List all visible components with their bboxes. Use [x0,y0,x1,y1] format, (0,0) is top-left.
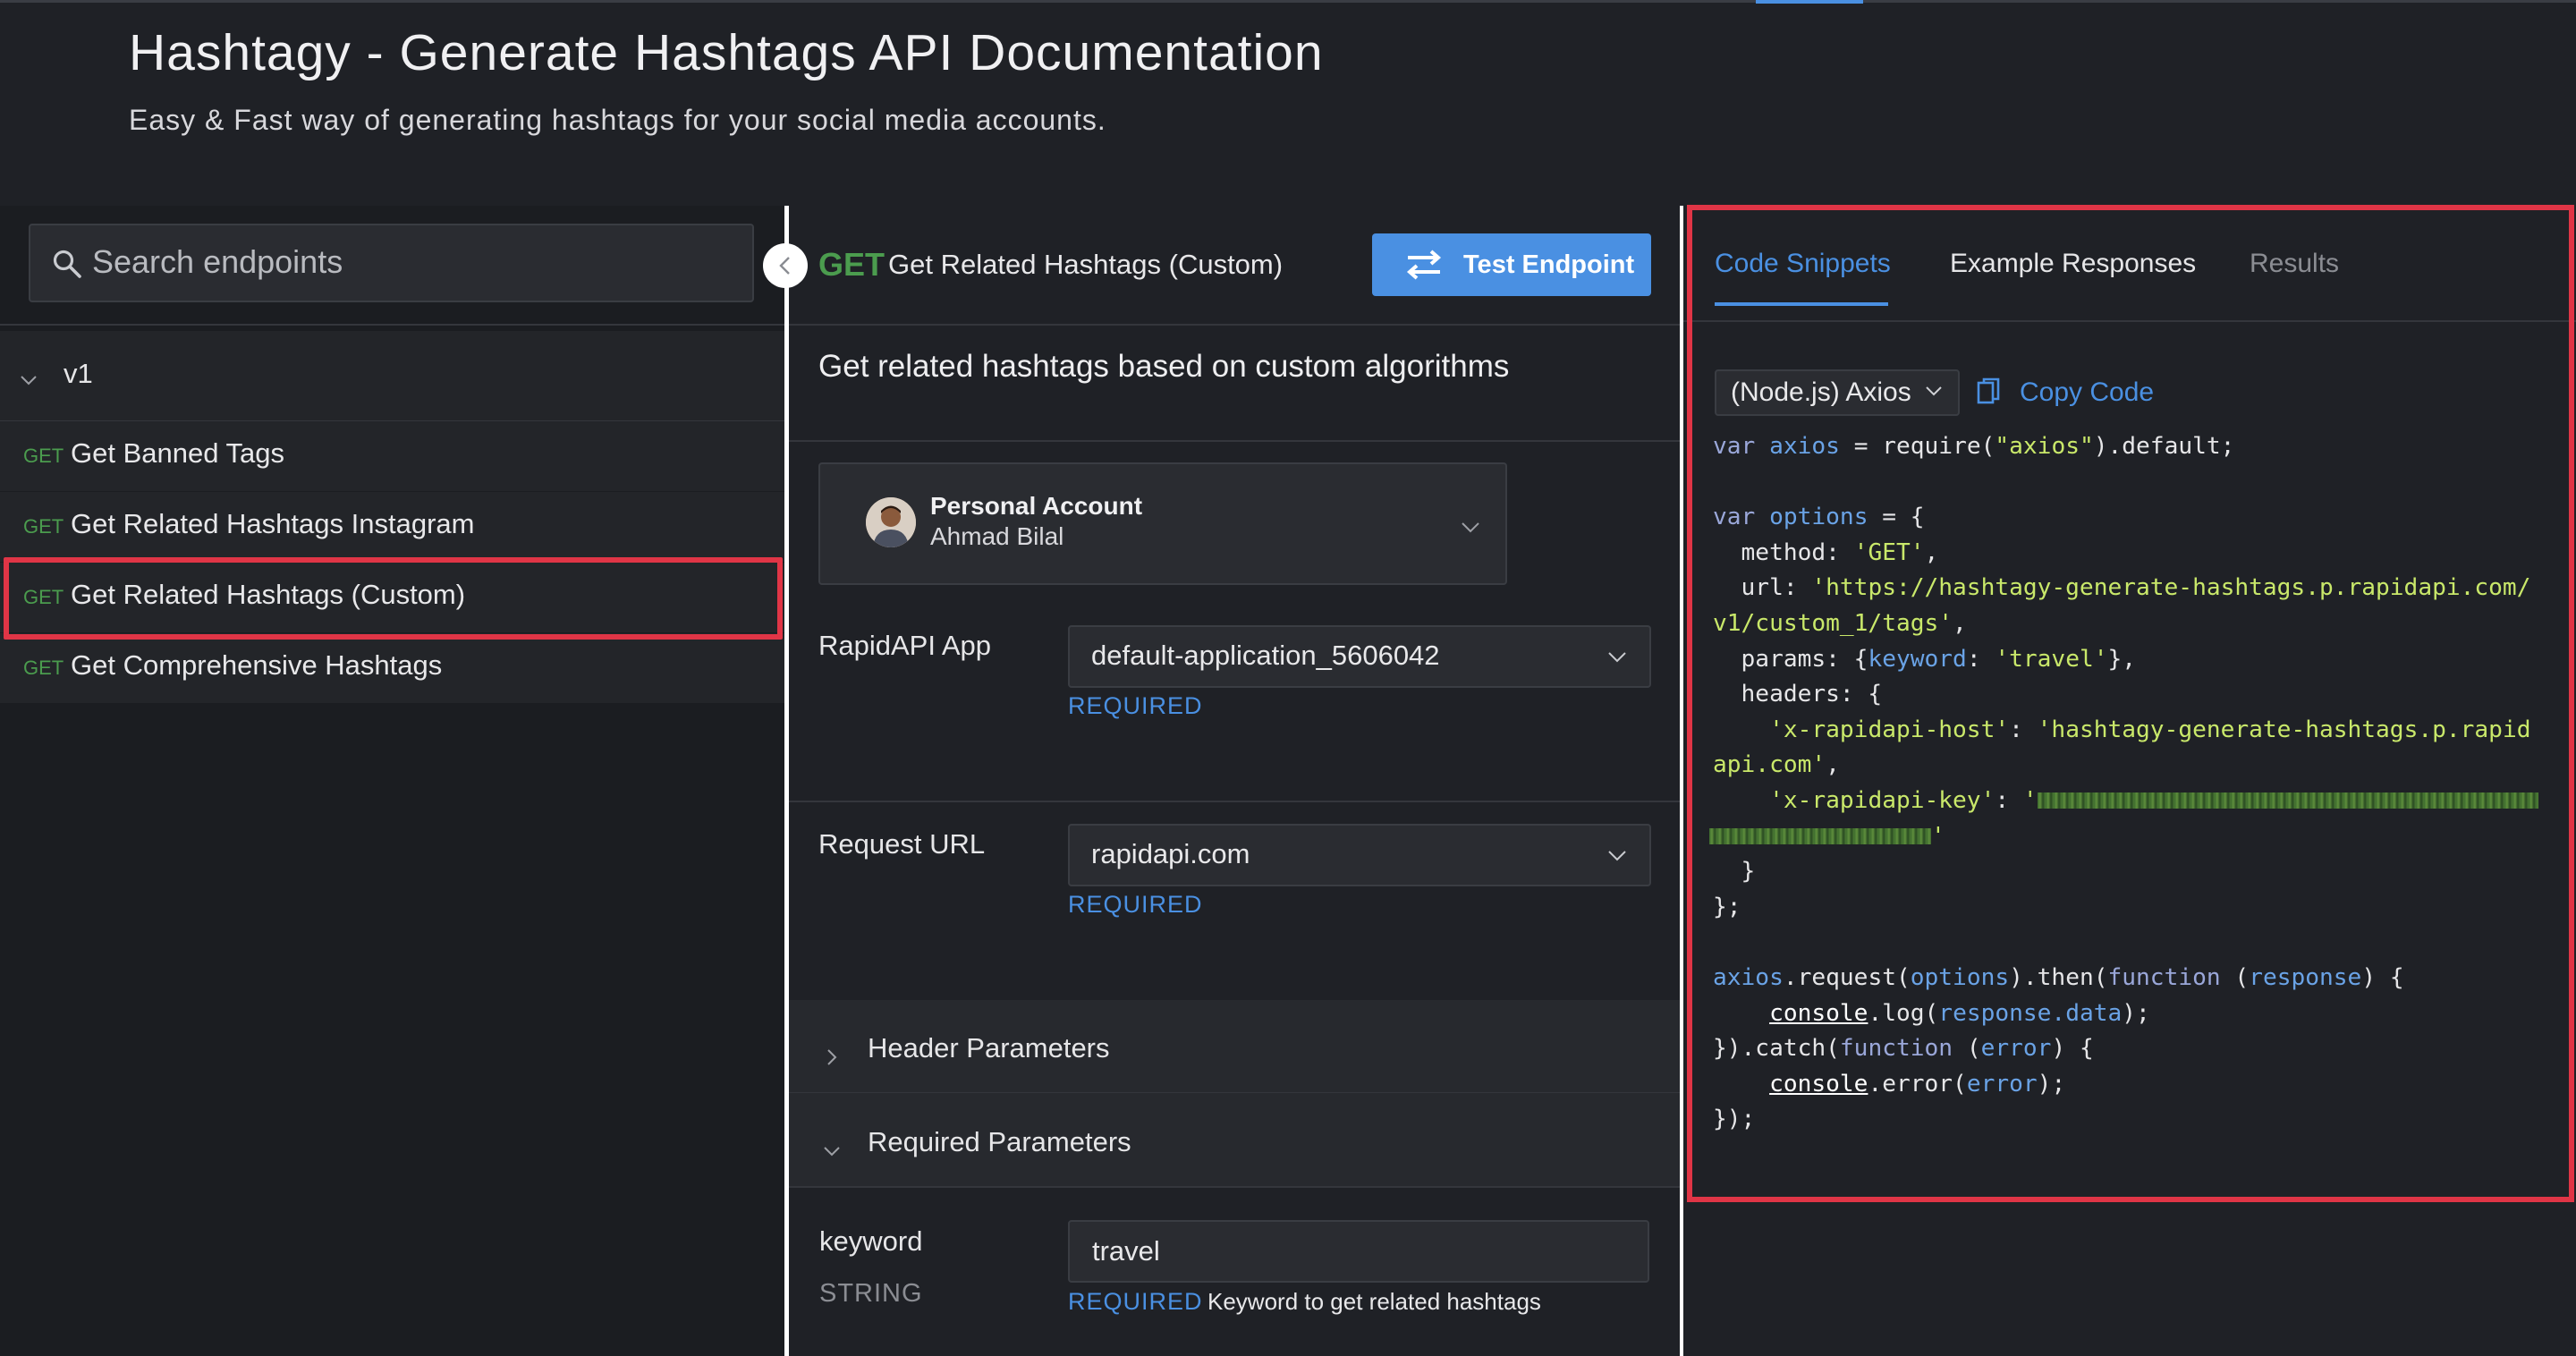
selected-endpoint-highlight [4,557,783,640]
sidebar-item-get-related-hashtags-instagram[interactable]: GET Get Related Hashtags Instagram [0,492,784,562]
keyword-param-label: keyword [819,1225,923,1257]
group-label: v1 [64,358,93,389]
method-badge: GET [23,657,64,679]
required-label: REQUIRED [1068,692,1203,719]
search-icon [53,250,81,278]
sidebar-item-label: Get Related Hashtags Instagram [71,508,475,539]
section-divider [789,324,1682,326]
required-label: REQUIRED [1068,1288,1203,1315]
request-url-label: Request URL [818,828,986,860]
endpoint-group-v1[interactable] [0,331,784,420]
chevron-down-icon [824,1147,840,1157]
keyword-input-value: travel [1092,1235,1160,1267]
avatar [866,497,916,547]
sidebar-item-label: Get Banned Tags [71,437,284,469]
header-parameters-label: Header Parameters [868,1032,1110,1064]
top-divider [0,0,2576,3]
api-title: Hashtagy - Generate Hashtags API Documen… [129,24,1324,81]
test-endpoint-label: Test Endpoint [1463,250,1635,279]
section-divider [789,1186,1682,1188]
endpoint-method: GET [818,246,886,283]
rapidapi-app-value: default-application_5606042 [1091,640,1440,671]
chevron-right-icon [827,1049,837,1065]
sidebar-item-get-banned-tags[interactable]: GET Get Banned Tags [0,421,784,491]
keyword-description: Keyword to get related hashtags [1208,1288,1541,1315]
section-divider [789,801,1682,802]
account-user-name: Ahmad Bilal [930,522,1064,550]
section-divider [789,440,1682,442]
rapidapi-app-label: RapidAPI App [818,630,992,661]
method-badge: GET [23,515,64,538]
active-nav-indicator [1756,0,1863,4]
required-parameters-label: Required Parameters [868,1126,1131,1157]
endpoint-title: Get Related Hashtags (Custom) [888,249,1284,280]
chevron-down-icon [21,376,37,386]
keyword-param-type: STRING [819,1279,923,1308]
chevron-down-icon [1608,851,1626,861]
request-url-value: rapidapi.com [1091,838,1250,869]
required-label: REQUIRED [1068,891,1203,918]
chevron-down-icon [1608,652,1626,663]
sidebar-divider [0,324,784,326]
chevron-left-icon [779,257,790,275]
sidebar-item-get-comprehensive-hashtags[interactable]: GET Get Comprehensive Hashtags [0,633,784,703]
search-placeholder: Search endpoints [92,243,343,280]
method-badge: GET [23,445,64,467]
endpoint-description: Get related hashtags based on custom alg… [818,349,1510,384]
sidebar-item-label: Get Comprehensive Hashtags [71,649,443,681]
swap-arrows-icon [1406,250,1442,280]
account-selector[interactable] [818,462,1507,585]
account-type: Personal Account [930,492,1143,520]
chevron-down-icon [1462,522,1479,533]
code-panel-highlight [1687,205,2574,1202]
api-subtitle: Easy & Fast way of generating hashtags f… [129,104,1106,136]
